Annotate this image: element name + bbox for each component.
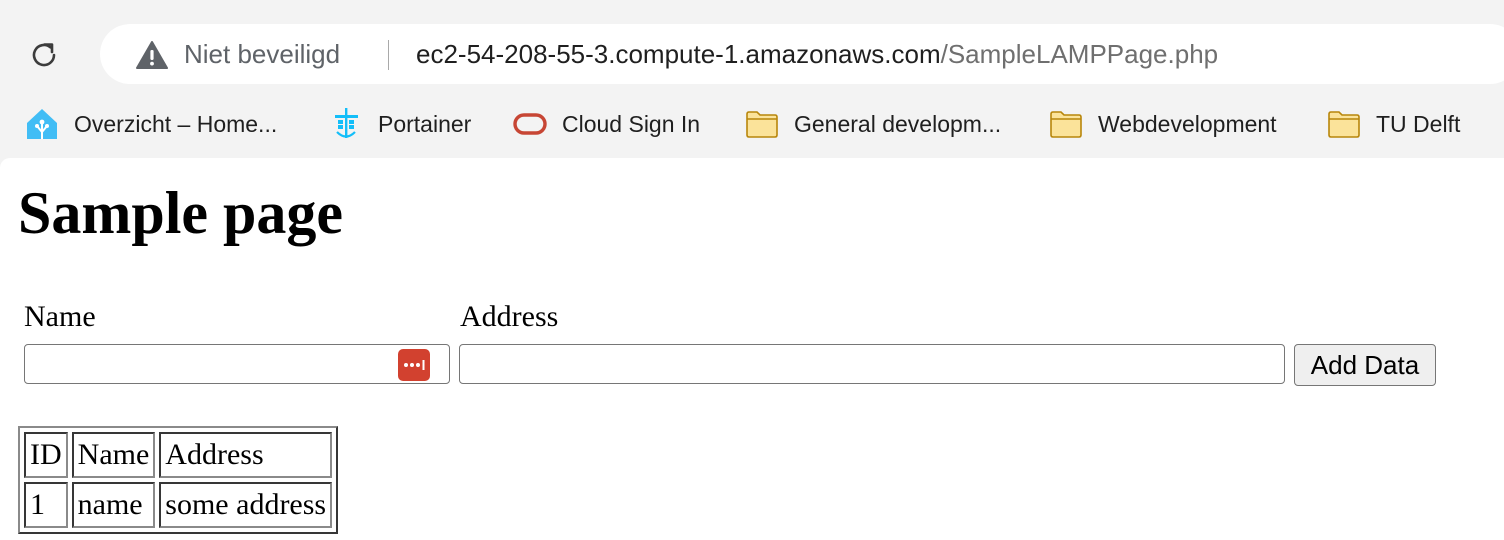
- bookmark-label: Overzicht – Home...: [74, 110, 278, 137]
- security-status-label[interactable]: Niet beveiligd: [184, 36, 340, 72]
- page-title: Sample page: [18, 180, 344, 246]
- reload-icon: [32, 43, 56, 67]
- data-table: ID Name Address 1 name some address: [18, 426, 339, 534]
- bookmark-label: General developm...: [794, 110, 1002, 137]
- folder-icon: [1048, 106, 1084, 142]
- cell-name: name: [71, 482, 156, 528]
- browser-toolbar: Niet beveiligd ec2-54-208-55-3.compute-1…: [0, 0, 1504, 100]
- bookmark-label: Cloud Sign In: [562, 110, 701, 137]
- table-row: 1 name some address: [24, 482, 333, 528]
- bookmark-portainer[interactable]: Portainer: [328, 106, 471, 142]
- address-label: Address: [460, 300, 559, 333]
- omnibox-divider: [388, 40, 389, 70]
- warning-icon[interactable]: [136, 40, 168, 70]
- folder-icon: [744, 106, 780, 142]
- bookmark-folder-webdevelopment[interactable]: Webdevelopment: [1048, 106, 1277, 142]
- folder-icon: [1326, 106, 1362, 142]
- name-label: Name: [24, 300, 96, 333]
- bookmark-overzicht-home[interactable]: Overzicht – Home...: [24, 106, 277, 142]
- bookmarks-bar: Overzicht – Home... Portainer Cloud Sign…: [0, 100, 1504, 150]
- add-data-button[interactable]: Add Data: [1294, 344, 1436, 386]
- column-header-name: Name: [71, 432, 156, 478]
- password-manager-icon[interactable]: [398, 349, 430, 381]
- bookmark-folder-tu-delft[interactable]: TU Delft: [1326, 106, 1460, 142]
- url-host: ec2-54-208-55-3.compute-1.amazonaws.com: [416, 39, 941, 69]
- url-path: /SampleLAMPPage.php: [940, 39, 1219, 69]
- url-text[interactable]: ec2-54-208-55-3.compute-1.amazonaws.com/…: [416, 36, 1218, 72]
- table-header-row: ID Name Address: [24, 432, 333, 478]
- bookmark-folder-general-development[interactable]: General developm...: [744, 106, 1001, 142]
- oracle-cloud-icon: [512, 106, 548, 142]
- page-viewport: Sample page Name Address Add Data ID Nam…: [0, 158, 1504, 540]
- portainer-icon: [328, 106, 364, 142]
- bookmark-cloud-sign-in[interactable]: Cloud Sign In: [512, 106, 700, 142]
- cell-id: 1: [24, 482, 68, 528]
- bookmark-label: Webdevelopment: [1098, 110, 1277, 137]
- column-header-id: ID: [24, 432, 68, 478]
- address-input[interactable]: [459, 344, 1285, 384]
- cell-address: some address: [159, 482, 333, 528]
- bookmark-label: Portainer: [378, 110, 472, 137]
- home-assistant-icon: [24, 106, 60, 142]
- bookmark-label: TU Delft: [1376, 110, 1461, 137]
- reload-button[interactable]: [22, 33, 66, 77]
- name-input[interactable]: [24, 344, 450, 384]
- column-header-address: Address: [159, 432, 333, 478]
- address-bar[interactable]: Niet beveiligd ec2-54-208-55-3.compute-1…: [100, 24, 1504, 84]
